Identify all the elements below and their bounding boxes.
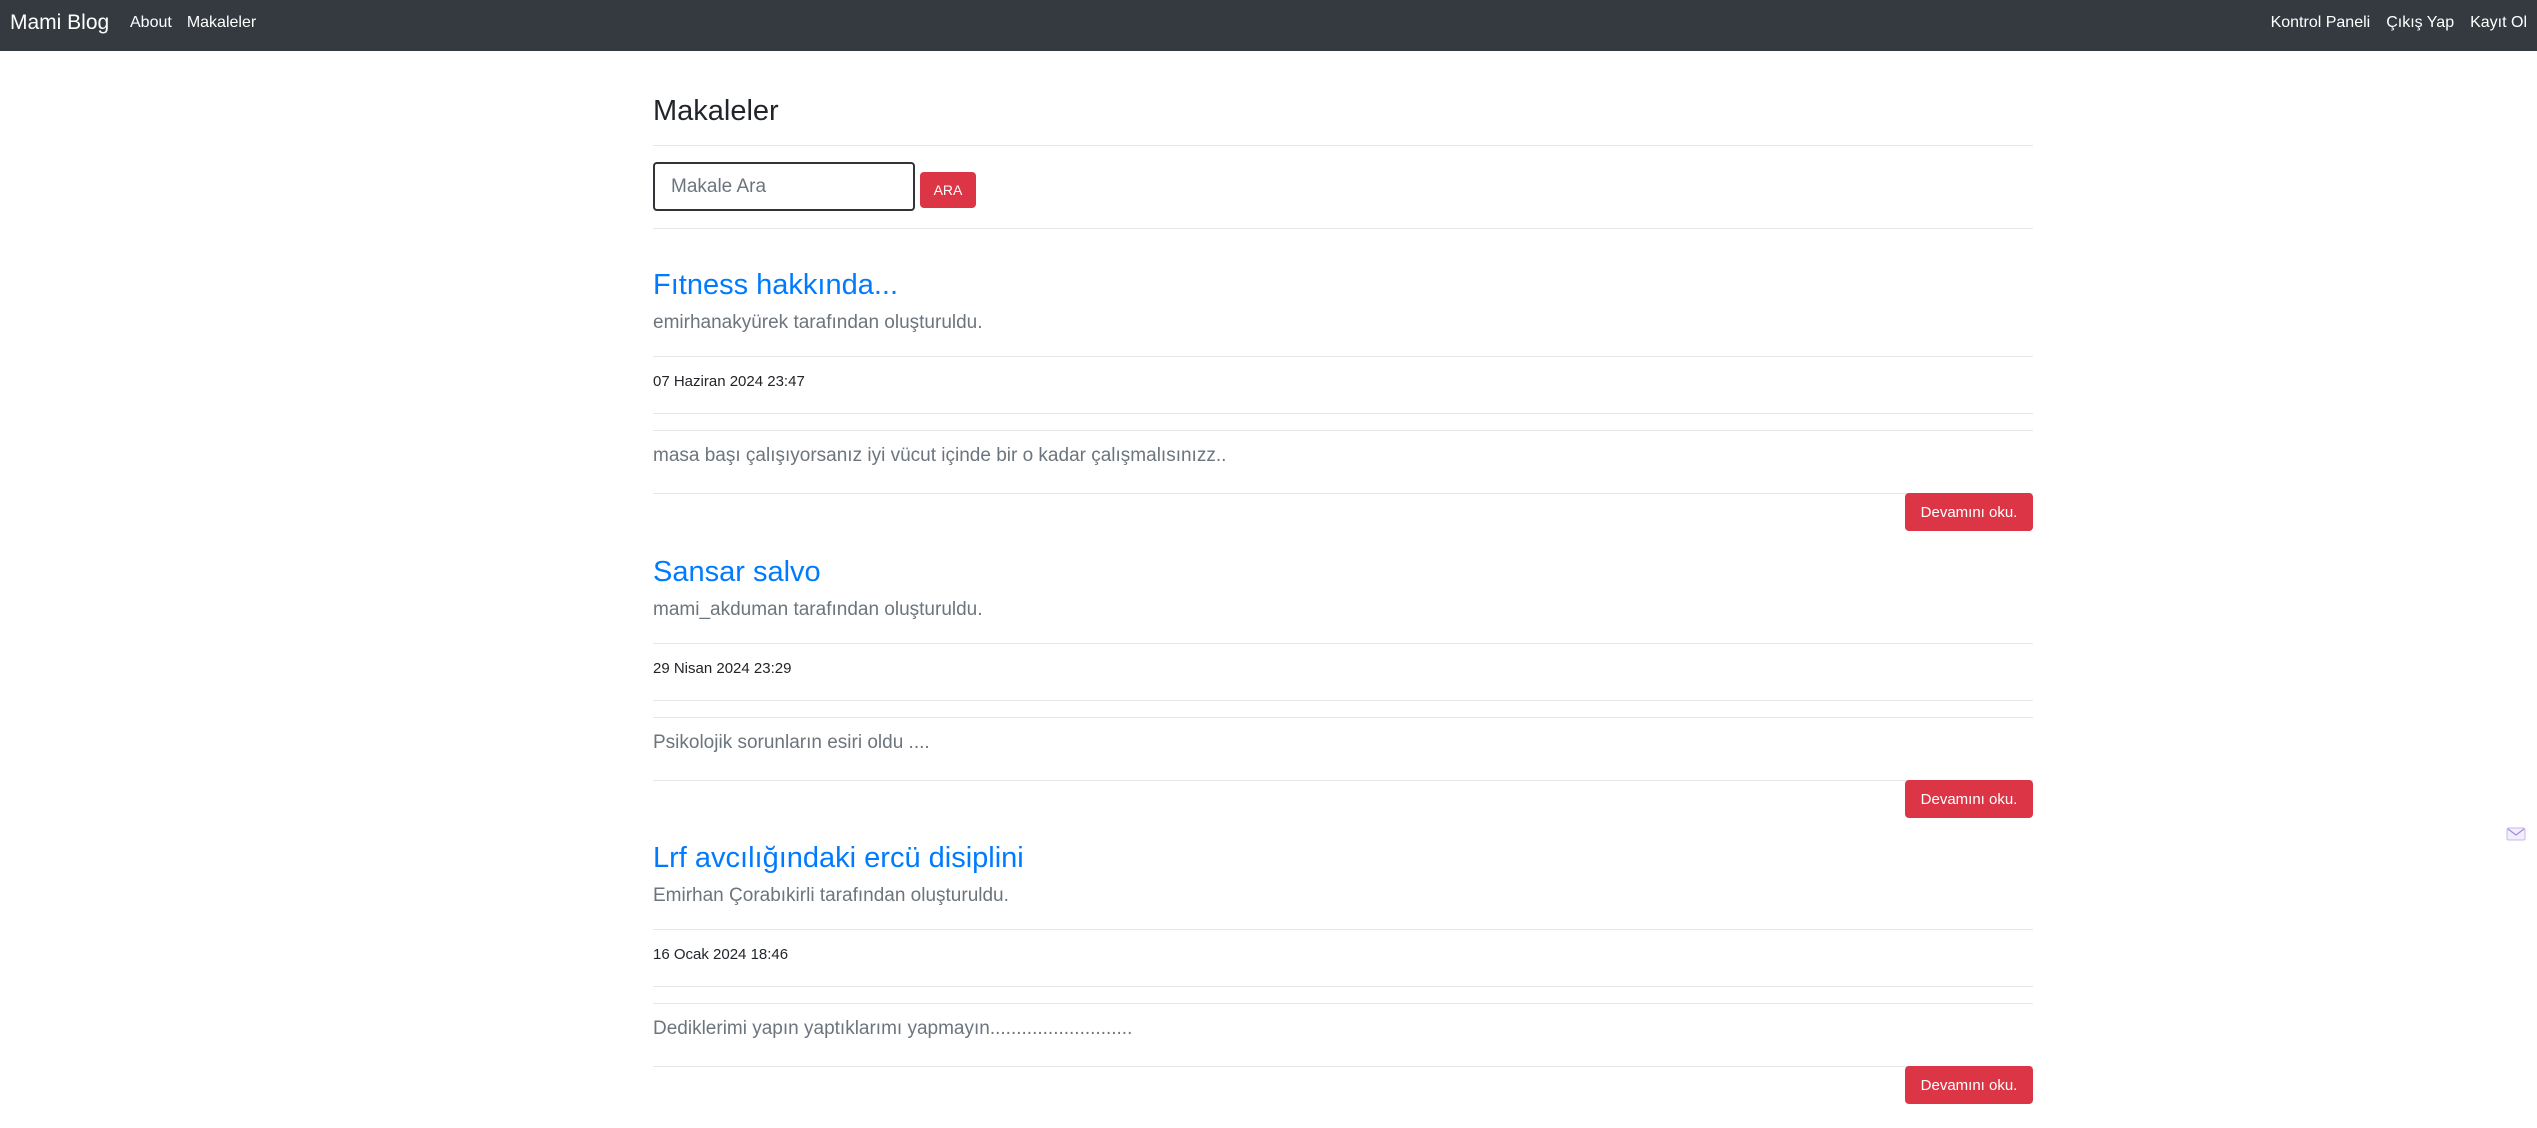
article-excerpt: Dediklerimi yapın yaptıklarımı yapmayın.… <box>653 1018 1133 1039</box>
article-author: emirhanakyürek tarafından oluşturuldu. <box>653 312 983 333</box>
divider <box>653 986 2033 987</box>
article-card: Lrf avcılığındaki ercü disiplini Emirhan… <box>653 842 2033 1128</box>
article-date: 29 Nisan 2024 23:29 <box>653 660 792 677</box>
divider <box>653 717 2033 718</box>
nav-left: About Makaleler <box>130 14 271 32</box>
article-author: mami_akduman tarafından oluşturuldu. <box>653 599 983 620</box>
nav-right: Kontrol Paneli Çıkış Yap Kayıt Ol <box>2255 14 2527 32</box>
nav-link-kayit-ol[interactable]: Kayıt Ol <box>2470 14 2527 32</box>
navbar: Mami Blog About Makaleler Kontrol Paneli… <box>0 0 2537 51</box>
divider <box>653 228 2033 229</box>
divider <box>653 356 2033 357</box>
nav-link-makaleler[interactable]: Makaleler <box>187 14 256 32</box>
article-card: Fıtness hakkında... emirhanakyürek taraf… <box>653 269 2033 555</box>
divider <box>653 700 2033 701</box>
divider <box>653 413 2033 414</box>
nav-link-about[interactable]: About <box>130 14 172 32</box>
article-title-link[interactable]: Sansar salvo <box>653 556 821 589</box>
article-date: 16 Ocak 2024 18:46 <box>653 946 789 963</box>
search-input[interactable] <box>653 162 915 211</box>
read-more-button[interactable]: Devamını oku. <box>1905 780 2033 818</box>
article-title-link[interactable]: Fıtness hakkında... <box>653 269 898 302</box>
divider <box>653 493 2033 494</box>
nav-link-kontrol-paneli[interactable]: Kontrol Paneli <box>2271 14 2371 32</box>
article-title-link[interactable]: Lrf avcılığındaki ercü disiplini <box>653 842 1024 875</box>
read-more-button[interactable]: Devamını oku. <box>1905 493 2033 531</box>
divider <box>653 1066 2033 1067</box>
article-date: 07 Haziran 2024 23:47 <box>653 373 805 390</box>
brand-link[interactable]: Mami Blog <box>10 11 109 35</box>
page-title: Makaleler <box>653 95 779 127</box>
divider <box>653 929 2033 930</box>
article-excerpt: Psikolojik sorunların esiri oldu .... <box>653 732 930 753</box>
nav-link-cikis-yap[interactable]: Çıkış Yap <box>2386 14 2454 32</box>
article-excerpt: masa başı çalışıyorsanız iyi vücut içind… <box>653 445 1227 466</box>
divider <box>653 145 2033 146</box>
divider <box>653 430 2033 431</box>
divider <box>653 1003 2033 1004</box>
article-card: Sansar salvo mami_akduman tarafından olu… <box>653 556 2033 842</box>
search-button[interactable]: ARA <box>920 172 976 208</box>
divider <box>653 780 2033 781</box>
article-author: Emirhan Çorabıkirli tarafından oluşturul… <box>653 885 1009 906</box>
divider <box>653 643 2033 644</box>
read-more-button[interactable]: Devamını oku. <box>1905 1066 2033 1104</box>
mail-icon[interactable] <box>2506 824 2526 844</box>
